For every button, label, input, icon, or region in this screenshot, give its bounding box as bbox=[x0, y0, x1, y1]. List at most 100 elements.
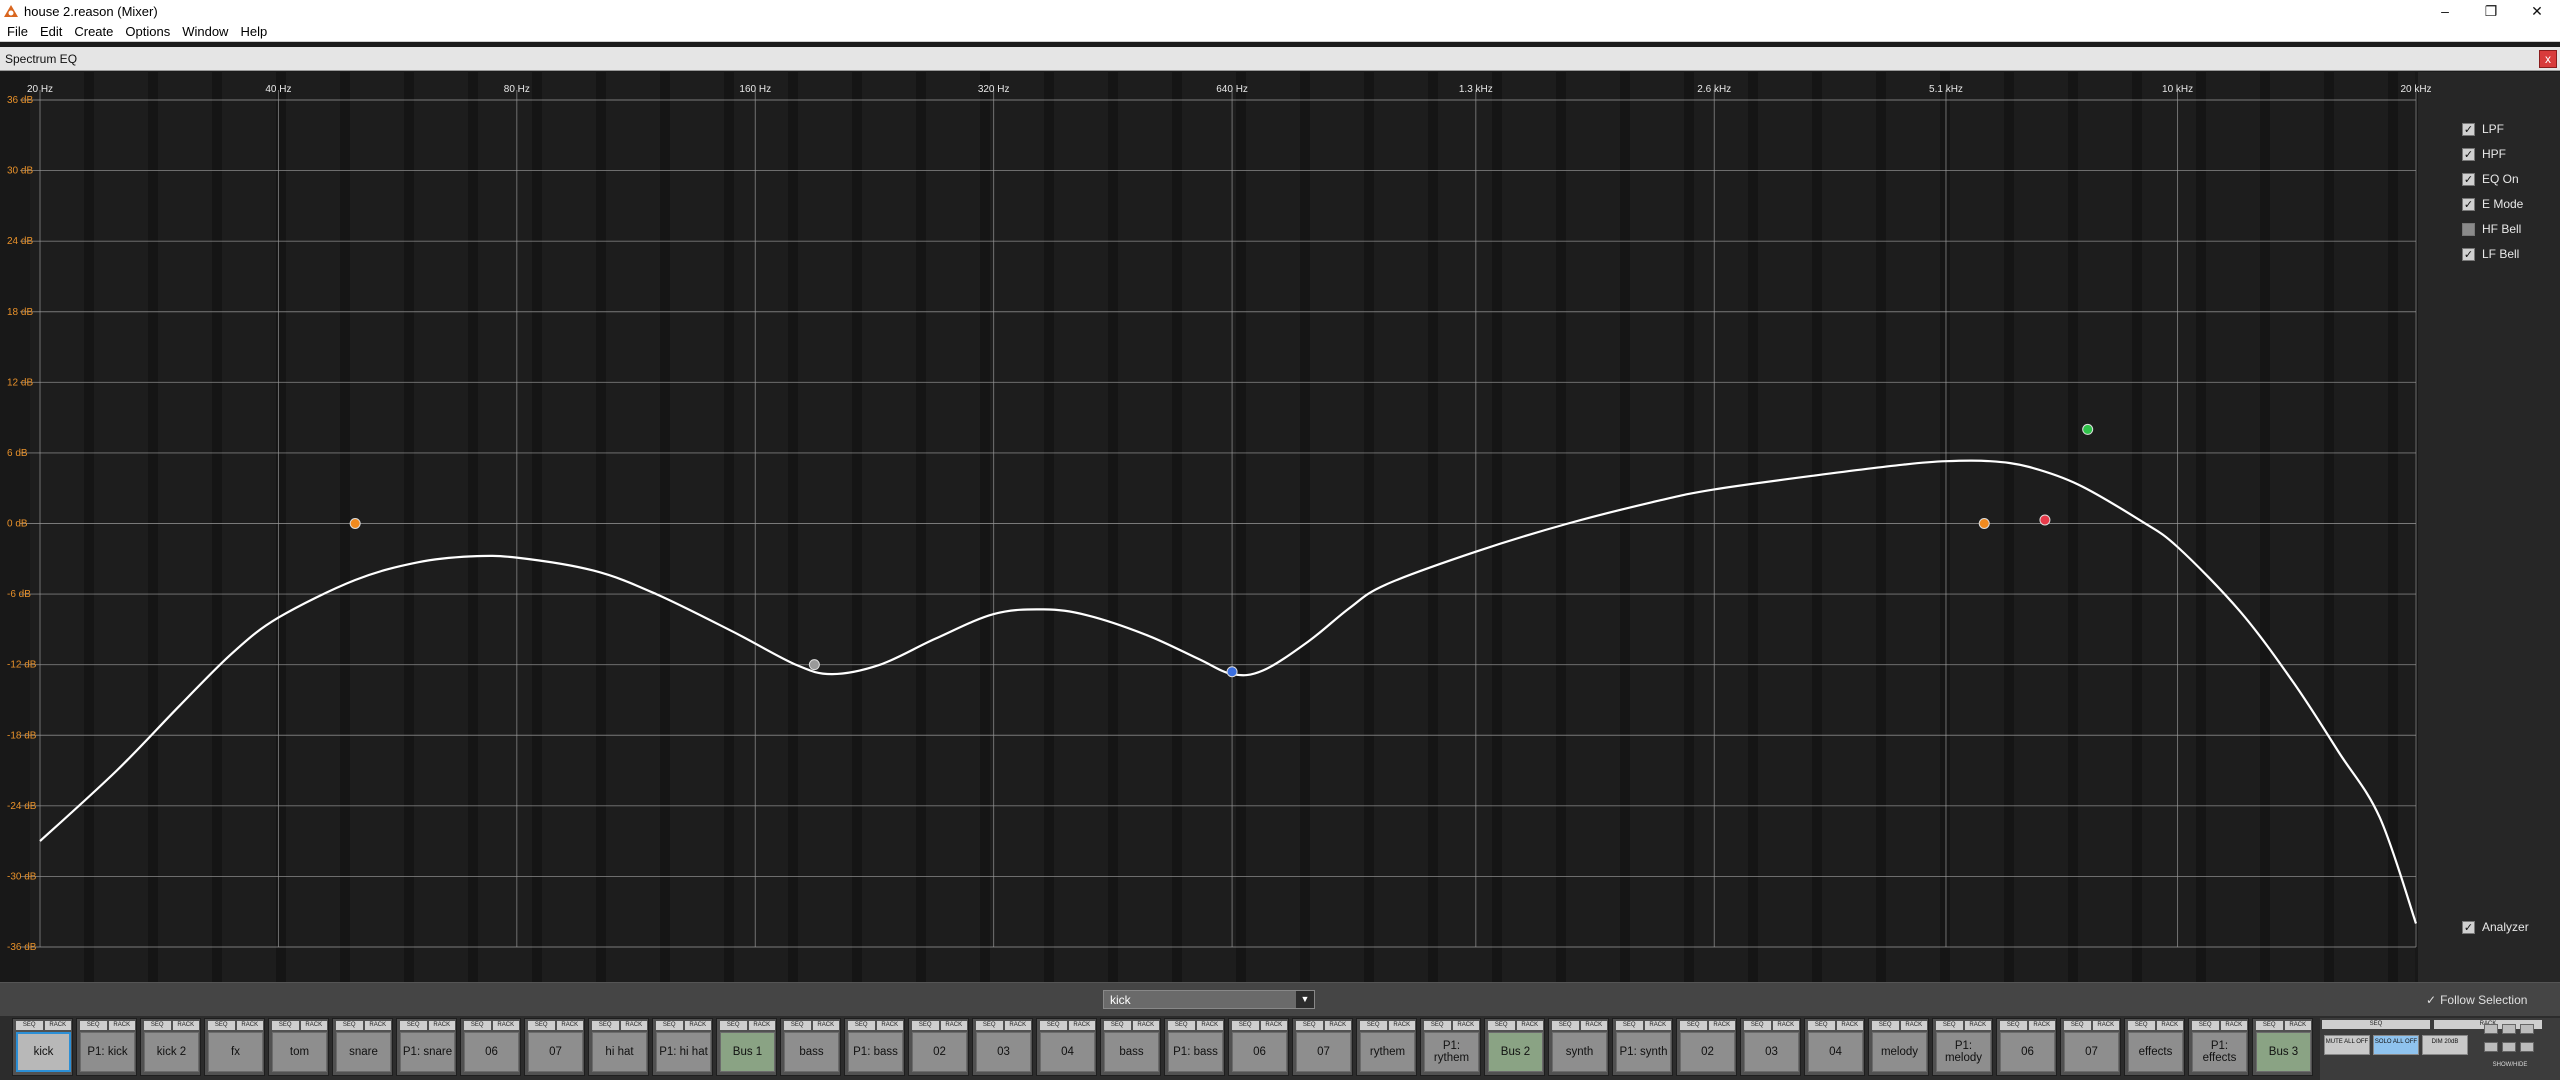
rack-button[interactable]: RACK bbox=[1068, 1021, 1095, 1030]
checkbox[interactable]: ✓ bbox=[2462, 147, 2475, 161]
channel-name[interactable]: P1: snare bbox=[400, 1032, 455, 1072]
rack-button[interactable]: RACK bbox=[1196, 1021, 1223, 1030]
seq-button[interactable]: SEQ bbox=[1104, 1021, 1131, 1030]
channel-strip[interactable]: SEQ RACK fx bbox=[204, 1018, 265, 1076]
solo-all-off-button[interactable]: SOLO ALL OFF bbox=[2373, 1035, 2419, 1055]
rack-button[interactable]: RACK bbox=[1836, 1021, 1863, 1030]
seq-button[interactable]: SEQ bbox=[336, 1021, 363, 1030]
channel-strip[interactable]: SEQ RACK P1: effects bbox=[2188, 1018, 2249, 1076]
rack-button[interactable]: RACK bbox=[2156, 1021, 2183, 1030]
channel-strip[interactable]: SEQ RACK P1: bass bbox=[1164, 1018, 1225, 1076]
channel-strip[interactable]: SEQ RACK P1: hi hat bbox=[652, 1018, 713, 1076]
seq-button[interactable]: SEQ bbox=[1552, 1021, 1579, 1030]
rack-button[interactable]: RACK bbox=[2028, 1021, 2055, 1030]
rack-button[interactable]: RACK bbox=[428, 1021, 455, 1030]
checkbox[interactable] bbox=[2462, 222, 2475, 236]
seq-button[interactable]: SEQ bbox=[272, 1021, 299, 1030]
channel-name[interactable]: kick 2 bbox=[144, 1032, 199, 1072]
channel-strip[interactable]: SEQ RACK 03 bbox=[972, 1018, 1033, 1076]
channel-strip[interactable]: SEQ RACK bass bbox=[1100, 1018, 1161, 1076]
master-small-button[interactable] bbox=[2502, 1042, 2516, 1052]
channel-name[interactable]: 06 bbox=[2000, 1032, 2055, 1072]
channel-name[interactable]: 07 bbox=[2064, 1032, 2119, 1072]
channel-strip[interactable]: SEQ RACK 02 bbox=[908, 1018, 969, 1076]
rack-button[interactable]: RACK bbox=[2092, 1021, 2119, 1030]
channel-strip[interactable]: SEQ RACK 07 bbox=[1292, 1018, 1353, 1076]
master-small-button[interactable] bbox=[2520, 1024, 2534, 1034]
channel-name[interactable]: 02 bbox=[1680, 1032, 1735, 1072]
lpf-point-handle[interactable] bbox=[2082, 423, 2094, 435]
rack-button[interactable]: RACK bbox=[812, 1021, 839, 1030]
option-e-mode[interactable]: ✓ E Mode bbox=[2462, 197, 2523, 211]
channel-strip[interactable]: SEQ RACK P1: rythem bbox=[1420, 1018, 1481, 1076]
channel-strip[interactable]: SEQ RACK synth bbox=[1548, 1018, 1609, 1076]
seq-button[interactable]: SEQ bbox=[1744, 1021, 1771, 1030]
channel-strip[interactable]: SEQ RACK 07 bbox=[524, 1018, 585, 1076]
seq-button[interactable]: SEQ bbox=[848, 1021, 875, 1030]
channel-strip[interactable]: SEQ RACK P1: snare bbox=[396, 1018, 457, 1076]
channel-name[interactable]: 02 bbox=[912, 1032, 967, 1072]
rack-button[interactable]: RACK bbox=[2220, 1021, 2247, 1030]
seq-button[interactable]: SEQ bbox=[464, 1021, 491, 1030]
channel-strip[interactable]: SEQ RACK kick 2 bbox=[140, 1018, 201, 1076]
menu-options[interactable]: Options bbox=[118, 24, 175, 39]
menu-edit[interactable]: Edit bbox=[33, 24, 67, 39]
seq-button[interactable]: SEQ bbox=[1616, 1021, 1643, 1030]
channel-strip[interactable]: SEQ RACK 04 bbox=[1804, 1018, 1865, 1076]
channel-name[interactable]: snare bbox=[336, 1032, 391, 1072]
rack-button[interactable]: RACK bbox=[1900, 1021, 1927, 1030]
channel-strip[interactable]: SEQ RACK Bus 3 bbox=[2252, 1018, 2313, 1076]
channel-name[interactable]: hi hat bbox=[592, 1032, 647, 1072]
rack-button[interactable]: RACK bbox=[492, 1021, 519, 1030]
rack-button[interactable]: RACK bbox=[1324, 1021, 1351, 1030]
seq-button[interactable]: SEQ bbox=[976, 1021, 1003, 1030]
eq-close-button[interactable]: x bbox=[2539, 50, 2557, 68]
rack-button[interactable]: RACK bbox=[300, 1021, 327, 1030]
channel-name[interactable]: P1: hi hat bbox=[656, 1032, 711, 1072]
seq-button[interactable]: SEQ bbox=[2192, 1021, 2219, 1030]
rack-button[interactable]: RACK bbox=[1388, 1021, 1415, 1030]
option-lf-bell[interactable]: ✓ LF Bell bbox=[2462, 247, 2519, 261]
seq-button[interactable]: SEQ bbox=[592, 1021, 619, 1030]
seq-button[interactable]: SEQ bbox=[784, 1021, 811, 1030]
restore-button[interactable]: ❐ bbox=[2468, 0, 2514, 22]
channel-strip[interactable]: SEQ RACK rythem bbox=[1356, 1018, 1417, 1076]
channel-strip[interactable]: SEQ RACK Bus 1 bbox=[716, 1018, 777, 1076]
rack-button[interactable]: RACK bbox=[1644, 1021, 1671, 1030]
seq-button[interactable]: SEQ bbox=[528, 1021, 555, 1030]
channel-strip[interactable]: SEQ RACK 03 bbox=[1740, 1018, 1801, 1076]
seq-button[interactable]: SEQ bbox=[2000, 1021, 2027, 1030]
rack-button[interactable]: RACK bbox=[172, 1021, 199, 1030]
minimize-button[interactable]: – bbox=[2422, 0, 2468, 22]
channel-name[interactable]: kick bbox=[16, 1032, 71, 1072]
channel-strip[interactable]: SEQ RACK 06 bbox=[460, 1018, 521, 1076]
option-lpf[interactable]: ✓ LPF bbox=[2462, 122, 2504, 136]
channel-name[interactable]: 03 bbox=[1744, 1032, 1799, 1072]
channel-name[interactable]: 06 bbox=[464, 1032, 519, 1072]
seq-button[interactable]: SEQ bbox=[1488, 1021, 1515, 1030]
master-small-button[interactable] bbox=[2484, 1024, 2498, 1034]
seq-button[interactable]: SEQ bbox=[1808, 1021, 1835, 1030]
seq-button[interactable]: SEQ bbox=[656, 1021, 683, 1030]
master-small-button[interactable] bbox=[2484, 1042, 2498, 1052]
mute-all-off-button[interactable]: MUTE ALL OFF bbox=[2324, 1035, 2370, 1055]
seq-button[interactable]: SEQ bbox=[1232, 1021, 1259, 1030]
channel-strip[interactable]: SEQ RACK kick bbox=[12, 1018, 73, 1076]
option-eq-on[interactable]: ✓ EQ On bbox=[2462, 172, 2519, 186]
rack-button[interactable]: RACK bbox=[44, 1021, 71, 1030]
seq-button[interactable]: SEQ bbox=[1872, 1021, 1899, 1030]
channel-name[interactable]: P1: kick bbox=[80, 1032, 135, 1072]
master-small-button[interactable] bbox=[2502, 1024, 2516, 1034]
seq-button[interactable]: SEQ bbox=[1680, 1021, 1707, 1030]
menu-help[interactable]: Help bbox=[233, 24, 272, 39]
rack-button[interactable]: RACK bbox=[1004, 1021, 1031, 1030]
channel-name[interactable]: P1: effects bbox=[2192, 1032, 2247, 1072]
dim-button[interactable]: DIM 20dB bbox=[2422, 1035, 2468, 1055]
channel-name[interactable]: 04 bbox=[1040, 1032, 1095, 1072]
seq-button[interactable]: SEQ bbox=[400, 1021, 427, 1030]
channel-name[interactable]: synth bbox=[1552, 1032, 1607, 1072]
channel-strip[interactable]: SEQ RACK 06 bbox=[1228, 1018, 1289, 1076]
channel-name[interactable]: 07 bbox=[1296, 1032, 1351, 1072]
master-small-button[interactable] bbox=[2520, 1042, 2534, 1052]
checkbox[interactable]: ✓ bbox=[2462, 247, 2475, 261]
